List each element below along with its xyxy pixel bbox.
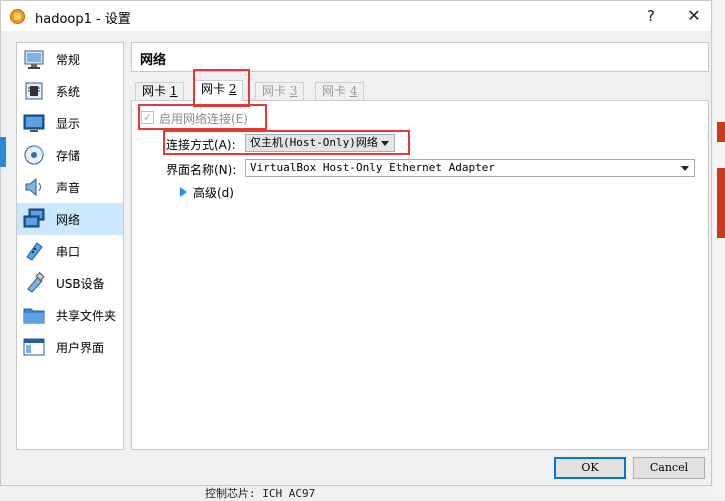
sidebar-item-label: USB设备 [56, 277, 105, 291]
panel-header: 网络 [131, 42, 709, 72]
user-interface-icon [23, 338, 45, 356]
sidebar-item-label: 共享文件夹 [56, 309, 117, 323]
tab-label: 网卡 [322, 84, 350, 98]
ok-button[interactable]: OK [554, 457, 626, 479]
page-title: 网络 [140, 53, 167, 68]
general-icon [24, 50, 44, 69]
sidebar-item-display[interactable]: 显示 [17, 107, 123, 139]
sidebar-item-label: 声音 [56, 181, 81, 195]
usb-icon [27, 272, 45, 293]
expand-arrow-icon [180, 187, 187, 197]
sidebar-item-audio[interactable]: 声音 [17, 171, 123, 203]
shared-folder-icon [23, 308, 45, 324]
settings-sidebar: 常规 系统 显示 存储 声音 网络 串口 USB设备 共享文件夹 用户界面 [16, 42, 124, 450]
sidebar-item-general[interactable]: 常规 [17, 43, 123, 75]
background-text: 控制芯片: ICH AC97 [205, 487, 316, 500]
sidebar-item-label: 串口 [56, 245, 81, 259]
display-icon [23, 114, 45, 132]
background-blue-strip [0, 137, 6, 167]
chevron-down-icon [681, 166, 689, 171]
chevron-down-icon [381, 141, 389, 146]
sidebar-item-user-interface[interactable]: 用户界面 [17, 331, 123, 363]
tab-adapter-2[interactable]: 网卡 2 [194, 80, 244, 101]
title-bar: hadoop1 - 设置 ? ✕ [1, 1, 711, 31]
enable-adapter-checkbox[interactable]: ✓ [141, 111, 154, 124]
attached-to-label: 连接方式(A): [166, 138, 236, 152]
tab-key: 3 [289, 84, 298, 98]
system-icon [25, 82, 43, 100]
network-icon [23, 208, 45, 228]
tab-key: 1 [169, 84, 178, 98]
tab-key: 4 [349, 84, 358, 98]
interface-name-select[interactable]: VirtualBox Host-Only Ethernet Adapter [245, 159, 695, 177]
help-button[interactable]: ? [636, 5, 666, 27]
tab-key: 2 [228, 82, 237, 96]
tab-adapter-3[interactable]: 网卡 3 [255, 82, 305, 100]
serial-port-icon [26, 242, 43, 261]
sidebar-item-usb[interactable]: USB设备 [17, 267, 123, 299]
background-red-strip [717, 122, 725, 142]
tab-adapter-1[interactable]: 网卡 1 [135, 82, 185, 100]
sidebar-item-serial-port[interactable]: 串口 [17, 235, 123, 267]
tab-label: 网卡 [142, 84, 170, 98]
sidebar-item-label: 系统 [56, 85, 81, 99]
attached-to-value: 仅主机(Host-Only)网络 [250, 136, 378, 149]
virtualbox-app-icon [10, 9, 25, 24]
tab-adapter-4[interactable]: 网卡 4 [315, 82, 365, 100]
audio-icon [25, 177, 41, 197]
background-window-edge [713, 0, 725, 495]
interface-name-value: VirtualBox Host-Only Ethernet Adapter [250, 161, 496, 174]
sidebar-item-label: 网络 [56, 213, 81, 227]
settings-window: hadoop1 - 设置 ? ✕ 常规 系统 显示 存储 声音 网络 串口 US… [0, 0, 712, 486]
background-red-strip [717, 168, 725, 238]
sidebar-item-shared-folders[interactable]: 共享文件夹 [17, 299, 123, 331]
tab-label: 网卡 [201, 82, 229, 96]
sidebar-item-label: 常规 [56, 53, 81, 67]
sidebar-item-label: 显示 [56, 117, 81, 131]
window-title: hadoop1 - 设置 [35, 12, 131, 27]
enable-adapter-label: 启用网络连接(E) [159, 112, 248, 126]
tab-label: 网卡 [262, 84, 290, 98]
advanced-label: 高级(d) [193, 186, 234, 200]
sidebar-item-system[interactable]: 系统 [17, 75, 123, 107]
sidebar-item-label: 存储 [56, 149, 81, 163]
interface-name-label: 界面名称(N): [166, 163, 237, 177]
sidebar-item-label: 用户界面 [56, 341, 105, 355]
sidebar-item-network[interactable]: 网络 [17, 203, 123, 235]
close-button[interactable]: ✕ [679, 5, 709, 27]
storage-icon [24, 145, 44, 165]
cancel-button[interactable]: Cancel [633, 457, 705, 479]
sidebar-item-storage[interactable]: 存储 [17, 139, 123, 171]
attached-to-select[interactable]: 仅主机(Host-Only)网络 [245, 134, 395, 152]
